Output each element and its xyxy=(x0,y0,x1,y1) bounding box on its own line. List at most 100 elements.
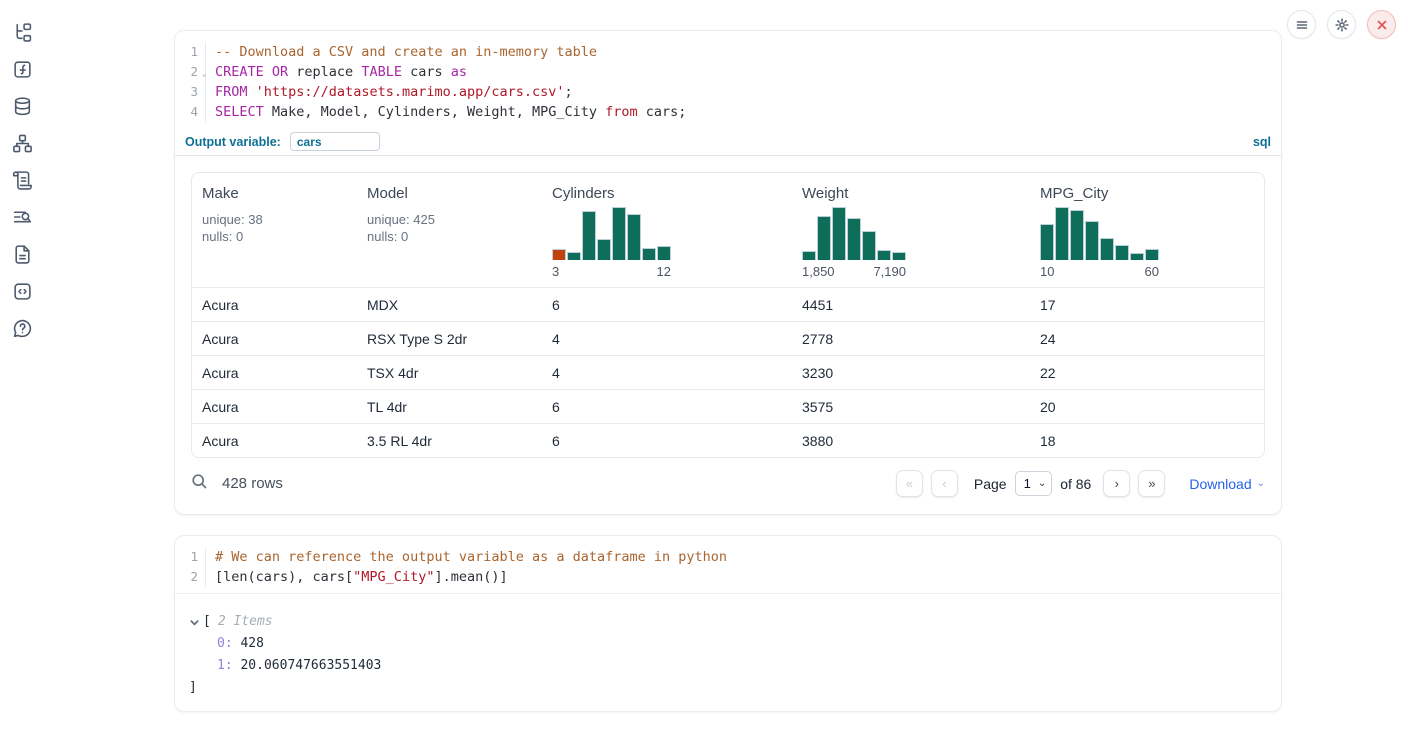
column-header-model[interactable]: Model unique: 425 nulls: 0 xyxy=(357,173,542,287)
table-cell: 3230 xyxy=(792,365,1030,381)
shutdown-close-icon[interactable] xyxy=(1367,10,1396,39)
download-button[interactable]: Download ⌄ xyxy=(1189,476,1265,492)
logs-icon[interactable] xyxy=(12,207,33,228)
histogram-bar xyxy=(1085,221,1099,260)
tree-entry: 1: 20.060747663551403 xyxy=(217,655,1267,677)
table-cell: Acura xyxy=(192,433,357,449)
page-total-label: of 86 xyxy=(1060,476,1091,492)
table-cell: TL 4dr xyxy=(357,399,542,415)
histogram-bar xyxy=(552,249,566,260)
table-body: AcuraMDX6445117AcuraRSX Type S 2dr427782… xyxy=(192,287,1264,457)
python-code-editor[interactable]: 12# We can reference the output variable… xyxy=(175,536,1281,594)
notebook-main: 12⌄34-- Download a CSV and create an in-… xyxy=(174,0,1282,729)
hist-max-label: 60 xyxy=(1145,264,1159,279)
histogram-bar xyxy=(1115,245,1129,260)
table-cell: MDX xyxy=(357,297,542,313)
dependency-graph-icon[interactable] xyxy=(12,133,33,154)
histogram-bar xyxy=(892,252,906,260)
table-cell: RSX Type S 2dr xyxy=(357,331,542,347)
search-icon[interactable] xyxy=(191,473,208,494)
table-cell: 6 xyxy=(542,399,792,415)
weight-histogram xyxy=(802,207,906,260)
histogram-bar xyxy=(1130,253,1144,260)
chevron-down-icon[interactable] xyxy=(189,617,200,628)
table-cell: 4 xyxy=(542,365,792,381)
column-header-make[interactable]: Make unique: 38 nulls: 0 xyxy=(192,173,357,287)
settings-gear-icon[interactable] xyxy=(1327,10,1356,39)
hist-max-label: 7,190 xyxy=(873,264,906,279)
table-cell: 3575 xyxy=(792,399,1030,415)
help-icon[interactable] xyxy=(12,318,33,339)
sql-cell: 12⌄34-- Download a CSV and create an in-… xyxy=(174,30,1282,515)
prev-page-button[interactable]: ‹ xyxy=(931,470,958,497)
last-page-button[interactable]: » xyxy=(1138,470,1165,497)
table-cell: 2778 xyxy=(792,331,1030,347)
first-page-button[interactable]: « xyxy=(896,470,923,497)
column-header-weight[interactable]: Weight 1,850 7,190 xyxy=(792,173,1030,287)
histogram-bar xyxy=(582,211,596,260)
fold-chevron-icon: ⌄ xyxy=(202,64,207,84)
mpg-city-histogram xyxy=(1040,207,1159,260)
table-cell: Acura xyxy=(192,331,357,347)
chevron-down-icon: ⌄ xyxy=(1038,478,1046,489)
table-row[interactable]: AcuraTL 4dr6357520 xyxy=(192,389,1264,423)
hist-min-label: 3 xyxy=(552,264,559,279)
histogram-bar xyxy=(1070,210,1084,260)
next-page-button[interactable]: › xyxy=(1103,470,1130,497)
tree-open-bracket: [ xyxy=(203,611,211,633)
table-cell: 3880 xyxy=(792,433,1030,449)
table-cell: 22 xyxy=(1030,365,1264,381)
helper-panel-sidebar xyxy=(0,0,44,339)
column-unique-stat: unique: 38 xyxy=(202,211,349,228)
documentation-icon[interactable] xyxy=(12,244,33,265)
datasources-icon[interactable] xyxy=(12,96,33,117)
page-number-select[interactable]: 1 ⌄ xyxy=(1015,471,1053,496)
output-tree: [ 2 Items 0: 4281: 20.060747663551403 ] xyxy=(175,594,1281,699)
histogram-bar xyxy=(832,207,846,260)
table-row[interactable]: AcuraRSX Type S 2dr4277824 xyxy=(192,321,1264,355)
table-cell: 4451 xyxy=(792,297,1030,313)
column-header-cylinders[interactable]: Cylinders 3 12 xyxy=(542,173,792,287)
menu-icon[interactable] xyxy=(1287,10,1316,39)
column-header-mpg-city[interactable]: MPG_City 10 60 xyxy=(1030,173,1264,287)
variables-icon[interactable] xyxy=(12,59,33,80)
hist-min-label: 1,850 xyxy=(802,264,835,279)
scratchpad-icon[interactable] xyxy=(12,170,33,191)
table-cell: 3.5 RL 4dr xyxy=(357,433,542,449)
sql-code-editor[interactable]: 12⌄34-- Download a CSV and create an in-… xyxy=(175,31,1281,128)
tree-entry: 0: 428 xyxy=(217,633,1267,655)
column-nulls-stat: nulls: 0 xyxy=(367,228,534,245)
language-badge: sql xyxy=(1253,135,1271,149)
snippets-icon[interactable] xyxy=(12,281,33,302)
tree-items-count: 2 Items xyxy=(218,611,273,633)
table-row[interactable]: AcuraTSX 4dr4323022 xyxy=(192,355,1264,389)
table-cell: 17 xyxy=(1030,297,1264,313)
row-count-label: 428 rows xyxy=(222,475,283,492)
tree-close-bracket: ] xyxy=(189,677,1267,699)
cylinders-histogram xyxy=(552,207,671,260)
output-variable-input[interactable] xyxy=(290,132,380,151)
histogram-bar xyxy=(612,207,626,260)
histogram-bar xyxy=(1055,207,1069,260)
table-cell: 24 xyxy=(1030,331,1264,347)
histogram-bar xyxy=(567,252,581,260)
histogram-bar xyxy=(862,231,876,260)
file-tree-icon[interactable] xyxy=(12,22,33,43)
table-cell: TSX 4dr xyxy=(357,365,542,381)
table-cell: Acura xyxy=(192,399,357,415)
python-cell: 12# We can reference the output variable… xyxy=(174,535,1282,712)
histogram-bar xyxy=(627,214,641,260)
histogram-bar xyxy=(1145,249,1159,260)
table-cell: Acura xyxy=(192,297,357,313)
output-variable-label: Output variable: xyxy=(185,135,281,149)
tree-entries: 0: 4281: 20.060747663551403 xyxy=(189,633,1267,677)
table-footer: 428 rows « ‹ Page 1 ⌄ of 86 › » Download… xyxy=(191,470,1265,497)
histogram-bar xyxy=(802,251,816,260)
table-cell: 4 xyxy=(542,331,792,347)
table-row[interactable]: Acura3.5 RL 4dr6388018 xyxy=(192,423,1264,457)
table-cell: 20 xyxy=(1030,399,1264,415)
table-row[interactable]: AcuraMDX6445117 xyxy=(192,287,1264,321)
notebook-actions-toolbar xyxy=(1287,10,1396,39)
histogram-bar xyxy=(877,250,891,260)
data-table: Make unique: 38 nulls: 0 Model unique: 4… xyxy=(191,172,1265,458)
